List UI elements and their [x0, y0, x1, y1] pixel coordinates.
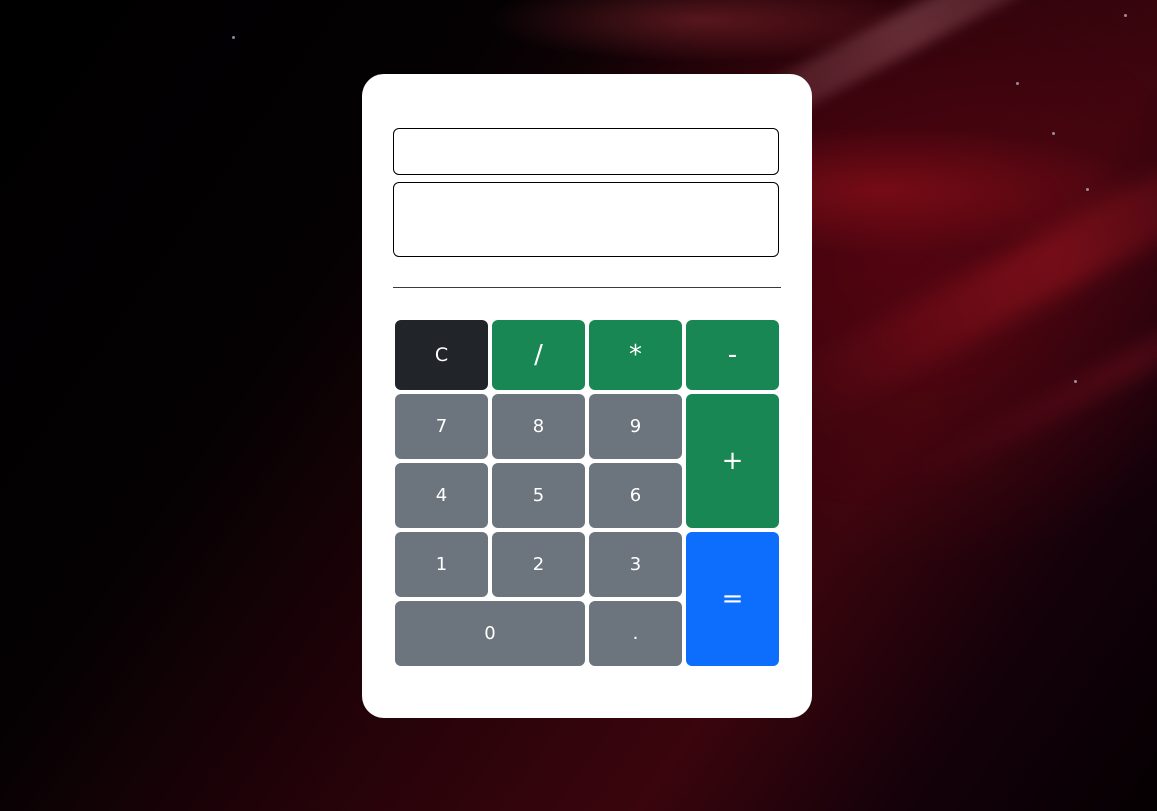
background-star — [1052, 132, 1055, 135]
background-star — [1016, 82, 1019, 85]
result-display[interactable] — [393, 182, 779, 257]
background-star — [232, 36, 235, 39]
clear-button[interactable]: C — [395, 320, 488, 390]
digit-4-button[interactable]: 4 — [395, 463, 488, 528]
divide-button[interactable]: / — [492, 320, 585, 390]
keypad: C / * - 7 8 9 + 4 5 6 1 2 3 = 0 . — [395, 320, 779, 666]
subtract-button[interactable]: - — [686, 320, 779, 390]
calculator-card: C / * - 7 8 9 + 4 5 6 1 2 3 = 0 . — [362, 74, 812, 718]
digit-7-button[interactable]: 7 — [395, 394, 488, 459]
equals-button[interactable]: = — [686, 532, 779, 666]
background-star — [1124, 14, 1127, 17]
digit-5-button[interactable]: 5 — [492, 463, 585, 528]
digit-0-button[interactable]: 0 — [395, 601, 585, 666]
add-button[interactable]: + — [686, 394, 779, 528]
expression-input[interactable] — [393, 128, 779, 175]
multiply-button[interactable]: * — [589, 320, 682, 390]
background-star — [1086, 188, 1089, 191]
decimal-button[interactable]: . — [589, 601, 682, 666]
digit-9-button[interactable]: 9 — [589, 394, 682, 459]
divider — [393, 287, 781, 288]
background-star — [1074, 380, 1077, 383]
digit-3-button[interactable]: 3 — [589, 532, 682, 597]
digit-8-button[interactable]: 8 — [492, 394, 585, 459]
digit-6-button[interactable]: 6 — [589, 463, 682, 528]
digit-2-button[interactable]: 2 — [492, 532, 585, 597]
digit-1-button[interactable]: 1 — [395, 532, 488, 597]
